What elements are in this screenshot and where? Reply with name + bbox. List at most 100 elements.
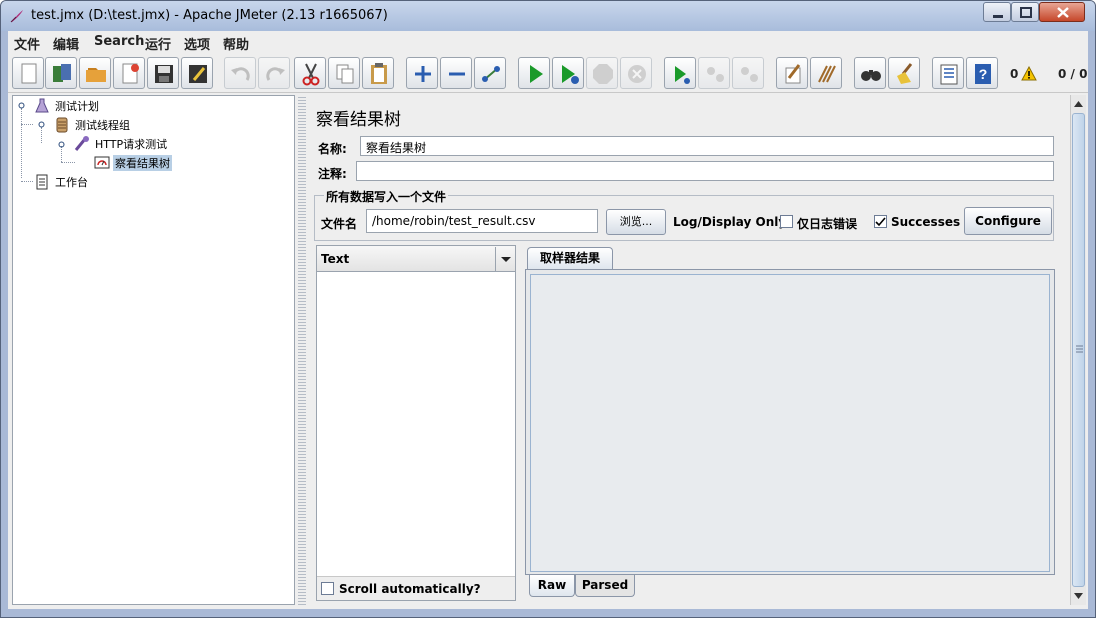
expanded-toggle-icon[interactable] [57, 140, 66, 149]
grip-icon [1076, 345, 1083, 353]
comment-field[interactable] [356, 161, 1054, 181]
cut-button[interactable] [294, 57, 326, 89]
tree-node-workbench[interactable]: 工作台 [33, 173, 153, 190]
remote-stop-all-button[interactable] [698, 57, 730, 89]
menu-file[interactable]: 文件 [14, 34, 40, 53]
close-window-button[interactable] [1039, 2, 1085, 22]
tree-connector [21, 108, 22, 178]
renderer-select[interactable]: Text [317, 246, 515, 272]
tree-node-http-request[interactable]: HTTP请求测试 [73, 135, 193, 152]
maximize-button[interactable] [1011, 2, 1039, 22]
result-area: 取样器结果 Raw Parsed [525, 245, 1055, 601]
configure-button[interactable]: Configure [964, 207, 1052, 235]
undo-icon [231, 67, 250, 81]
menu-search[interactable]: Search [94, 34, 144, 49]
result-content [530, 274, 1050, 572]
tree-connector [41, 127, 42, 143]
help-button[interactable]: ? [966, 57, 998, 89]
clear-all-button[interactable] [810, 57, 842, 89]
toolbar: ? 0 0 / 0 [8, 53, 1088, 93]
templates-button[interactable] [45, 57, 77, 89]
chevron-down-icon [501, 257, 511, 262]
remote-start-all-button[interactable] [664, 57, 696, 89]
expanded-toggle-icon[interactable] [17, 101, 26, 110]
error-count: 0 [1010, 67, 1019, 81]
main-vertical-scrollbar[interactable] [1070, 95, 1086, 605]
menu-edit[interactable]: 编辑 [53, 34, 79, 53]
menu-options[interactable]: 选项 [184, 34, 210, 53]
templates-icon [53, 64, 71, 82]
svg-text:?: ? [979, 66, 988, 82]
paste-icon [371, 63, 387, 84]
start-no-pauses-button[interactable] [552, 57, 584, 89]
name-field[interactable]: 察看结果树 [360, 136, 1054, 156]
successes-label: Successes [891, 215, 961, 229]
binoculars-icon [861, 70, 881, 81]
redo-icon [266, 67, 285, 81]
menu-run[interactable]: 运行 [145, 34, 171, 53]
tree-node-label: 测试线程组 [75, 119, 130, 132]
save-as-button[interactable] [181, 57, 213, 89]
broom-icon [897, 63, 913, 84]
remote-stop-icon [707, 67, 724, 82]
workbench-icon [36, 174, 48, 190]
title-bar: test.jmx (D:\test.jmx) - Apache JMeter (… [1, 1, 1095, 31]
minimize-button[interactable] [983, 2, 1011, 22]
tree-node-label: 察看结果树 [113, 155, 172, 171]
undo-button[interactable] [224, 57, 256, 89]
close-icon [1057, 7, 1069, 18]
filename-label: 文件名 [321, 217, 358, 231]
new-button[interactable] [12, 57, 44, 89]
remote-shutdown-icon [741, 67, 758, 82]
menu-bar: 文件 编辑 Search 运行 选项 帮助 [8, 31, 1088, 53]
scroll-automatically-row: Scroll automatically? [317, 576, 515, 600]
copy-button[interactable] [328, 57, 360, 89]
copy-icon [336, 64, 354, 84]
pane-splitter[interactable] [298, 95, 306, 605]
tab-parsed[interactable]: Parsed [575, 575, 635, 597]
minimize-icon [993, 15, 1003, 18]
clear-icon [785, 64, 801, 84]
scroll-automatically-checkbox[interactable] [321, 582, 334, 595]
tree-node-test-plan[interactable]: 测试计划 [33, 97, 153, 114]
redo-button[interactable] [258, 57, 290, 89]
dropdown-arrow[interactable] [495, 247, 515, 271]
filename-field[interactable]: /home/robin/test_result.csv [366, 209, 598, 233]
start-button[interactable] [518, 57, 550, 89]
log-display-label: Log/Display Only: [673, 215, 791, 229]
tree-node-thread-group[interactable]: 测试线程组 [53, 116, 173, 133]
browse-button[interactable]: 浏览... [606, 209, 666, 235]
remote-shutdown-all-button[interactable] [732, 57, 764, 89]
scroll-down-icon[interactable] [1071, 588, 1086, 604]
scroll-up-icon[interactable] [1071, 96, 1086, 112]
successes-checkbox[interactable] [874, 215, 887, 228]
clear-all-icon [818, 65, 836, 83]
search-button[interactable] [854, 57, 886, 89]
new-icon [21, 63, 37, 84]
scrollbar-thumb[interactable] [1072, 113, 1085, 587]
open-button[interactable] [79, 57, 111, 89]
save-button[interactable] [147, 57, 179, 89]
close-file-button[interactable] [113, 57, 145, 89]
tree-node-view-results-tree[interactable]: 察看结果树 [93, 154, 213, 171]
http-sampler-icon [74, 136, 89, 151]
collapse-all-button[interactable] [440, 57, 472, 89]
comment-label: 注释: [318, 167, 347, 181]
reset-search-button[interactable] [888, 57, 920, 89]
tab-raw[interactable]: Raw [529, 575, 575, 597]
function-helper-icon [940, 64, 958, 85]
sampler-list[interactable]: Text Scroll automatically? [316, 245, 516, 601]
expand-all-button[interactable] [406, 57, 438, 89]
toggle-button[interactable] [474, 57, 506, 89]
errors-checkbox[interactable] [780, 215, 793, 228]
function-helper-button[interactable] [932, 57, 964, 89]
shutdown-button[interactable] [620, 57, 652, 89]
clear-button[interactable] [776, 57, 808, 89]
tab-sampler-result[interactable]: 取样器结果 [527, 247, 613, 269]
file-section-title: 所有数据写入一个文件 [324, 188, 449, 205]
tree-node-label: 测试计划 [55, 100, 99, 113]
menu-help[interactable]: 帮助 [223, 34, 249, 53]
paste-button[interactable] [362, 57, 394, 89]
expanded-toggle-icon[interactable] [37, 120, 46, 129]
stop-button[interactable] [586, 57, 618, 89]
